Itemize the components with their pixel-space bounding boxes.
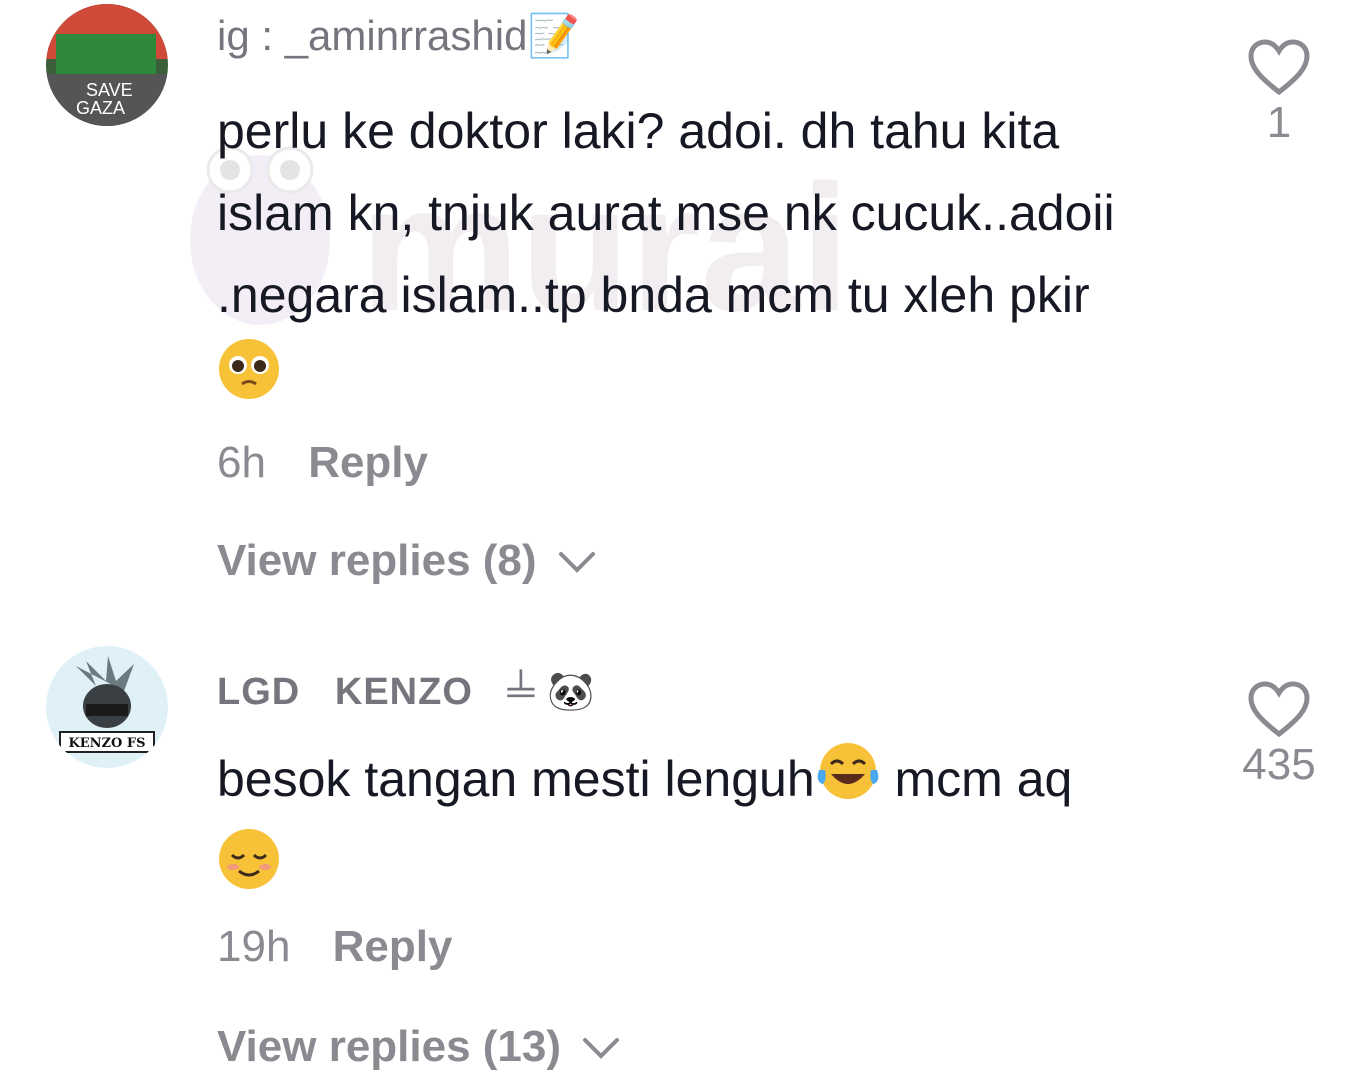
view-replies-button[interactable]: View replies (13): [217, 1022, 621, 1072]
timestamp: 6h: [217, 438, 266, 487]
avatar[interactable]: KENZO FS: [46, 646, 168, 768]
comment-item: KENZO FS LGD KENZO ╧ 🐼 besok tangan mest…: [0, 640, 1369, 1078]
comment-text: besok tangan mesti lenguh mcm aq: [217, 738, 1117, 915]
comment-item: SAVE GAZA ig : _aminrrashid📝 perlu ke do…: [0, 0, 1369, 610]
like-count: 1: [1266, 98, 1292, 147]
pleading-face-emoji-icon: [217, 337, 281, 425]
svg-text:KENZO FS: KENZO FS: [68, 736, 145, 751]
comment-meta: 6h Reply: [217, 438, 428, 488]
comment-meta: 19h Reply: [217, 922, 452, 972]
timestamp: 19h: [217, 922, 291, 971]
username[interactable]: LGD KENZO ╧ 🐼: [217, 668, 595, 716]
tears-of-joy-emoji-icon: [815, 740, 881, 826]
like-control: 435: [1229, 680, 1329, 790]
comment-text: perlu ke doktor laki? adoi. dh tahu kita…: [217, 90, 1117, 425]
username[interactable]: ig : _aminrrashid📝: [217, 12, 580, 60]
reply-button[interactable]: Reply: [333, 922, 453, 971]
chevron-down-icon: [583, 1038, 620, 1060]
chevron-down-icon: [558, 552, 595, 574]
like-count: 435: [1242, 740, 1316, 789]
avatar[interactable]: SAVE GAZA: [46, 4, 168, 126]
svg-text:GAZA: GAZA: [76, 98, 125, 118]
svg-text:SAVE: SAVE: [86, 80, 133, 100]
heart-icon[interactable]: [1247, 38, 1311, 96]
reply-button[interactable]: Reply: [308, 438, 428, 487]
heart-icon[interactable]: [1247, 680, 1311, 738]
like-control: 1: [1229, 38, 1329, 148]
relieved-face-emoji-icon: [217, 827, 281, 915]
view-replies-button[interactable]: View replies (8): [217, 536, 597, 586]
